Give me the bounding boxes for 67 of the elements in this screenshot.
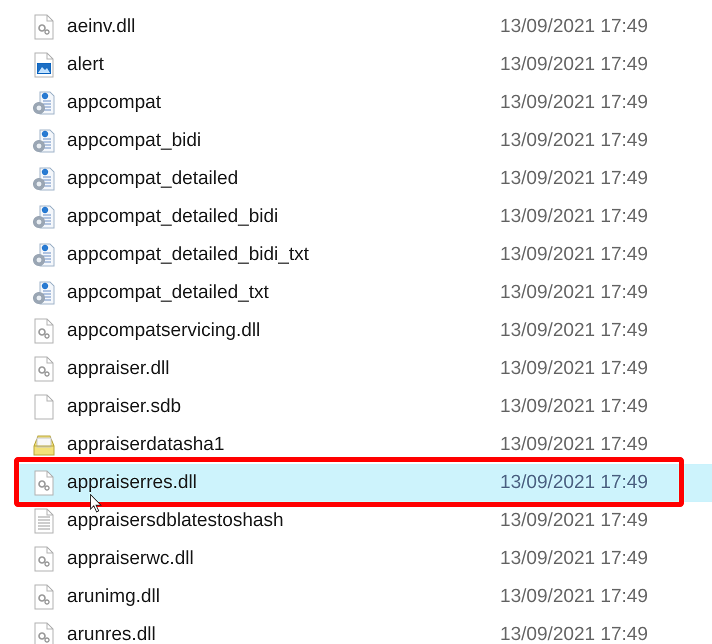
file-name: appcompat_detailed_txt: [67, 282, 269, 303]
date-modified: 13/09/2021 17:49: [500, 546, 648, 571]
gear-document-icon: [32, 546, 56, 572]
file-row[interactable]: aeinv.dll 13/09/2021 17:49: [18, 8, 712, 46]
file-row[interactable]: appcompat_detailed_bidi 13/09/2021 17:49: [18, 198, 712, 236]
date-modified: 13/09/2021 17:49: [500, 242, 648, 267]
date-modified: 13/09/2021 17:49: [500, 280, 648, 305]
file-row[interactable]: appcompat 13/09/2021 17:49: [18, 84, 712, 122]
file-name: appraiser.sdb: [67, 396, 182, 417]
file-name: appraiser.dll: [67, 358, 170, 379]
date-modified: 13/09/2021 17:49: [500, 508, 648, 533]
date-modified: 13/09/2021 17:49: [500, 622, 648, 644]
settings-file-icon: [32, 242, 56, 268]
date-modified: 13/09/2021 17:49: [500, 90, 648, 115]
file-name: appraiserdatasha1: [67, 434, 224, 455]
settings-file-icon: [32, 90, 56, 116]
file-name: appcompat_detailed: [67, 168, 238, 189]
date-modified: 13/09/2021 17:49: [500, 432, 648, 457]
date-modified: 13/09/2021 17:49: [500, 318, 648, 343]
file-name: arunres.dll: [67, 624, 156, 644]
date-modified: 13/09/2021 17:49: [500, 52, 648, 77]
gear-document-icon: [32, 584, 56, 610]
text-document-icon: [32, 508, 56, 534]
file-row[interactable]: alert 13/09/2021 17:49: [18, 46, 712, 84]
blank-document-icon: [32, 394, 56, 420]
file-name: arunimg.dll: [67, 586, 160, 607]
file-row[interactable]: appcompatservicing.dll 13/09/2021 17:49: [18, 312, 712, 350]
gear-document-icon: [32, 470, 56, 496]
file-name: aeinv.dll: [67, 16, 136, 37]
gear-document-icon: [32, 622, 56, 644]
date-modified: 13/09/2021 17:49: [500, 470, 648, 495]
file-row[interactable]: appraiser.dll 13/09/2021 17:49: [18, 350, 712, 388]
file-name: appcompat_detailed_bidi_txt: [67, 244, 309, 265]
file-name: appcompatservicing.dll: [67, 320, 260, 341]
gear-document-icon: [32, 356, 56, 382]
gear-document-icon: [32, 318, 56, 344]
file-row[interactable]: appraiserdatasha1 13/09/2021 17:49: [18, 426, 712, 464]
file-name: appraiserwc.dll: [67, 548, 194, 569]
file-name: appcompat: [67, 92, 162, 113]
file-name: appraisersdblatestoshash: [67, 510, 284, 531]
file-name: appraiserres.dll: [67, 472, 197, 493]
file-row[interactable]: arunres.dll 13/09/2021 17:49: [18, 616, 712, 644]
file-row[interactable]: appcompat_detailed_bidi_txt 13/09/2021 17:49: [18, 236, 712, 274]
file-row[interactable]: appcompat_detailed 13/09/2021 17:49: [18, 160, 712, 198]
date-modified: 13/09/2021 17:49: [500, 394, 648, 419]
date-modified: 13/09/2021 17:49: [500, 166, 648, 191]
date-modified: 13/09/2021 17:49: [500, 14, 648, 39]
date-modified: 13/09/2021 17:49: [500, 356, 648, 381]
settings-file-icon: [32, 280, 56, 306]
date-modified: 13/09/2021 17:49: [500, 204, 648, 229]
file-row[interactable]: arunimg.dll 13/09/2021 17:49: [18, 578, 712, 616]
file-name: appcompat_detailed_bidi: [67, 206, 278, 227]
settings-file-icon: [32, 128, 56, 154]
gear-document-icon: [32, 14, 56, 40]
file-name: appcompat_bidi: [67, 130, 202, 151]
settings-file-icon: [32, 166, 56, 192]
image-file-icon: [32, 52, 56, 78]
file-row[interactable]: appraiserwc.dll 13/09/2021 17:49: [18, 540, 712, 578]
date-modified: 13/09/2021 17:49: [500, 584, 648, 609]
date-modified: 13/09/2021 17:49: [500, 128, 648, 153]
settings-file-icon: [32, 204, 56, 230]
file-name: alert: [67, 54, 104, 75]
file-row[interactable]: appraiserres.dll 13/09/2021 17:49: [18, 464, 712, 502]
file-row[interactable]: appcompat_detailed_txt 13/09/2021 17:49: [18, 274, 712, 312]
file-row[interactable]: appcompat_bidi 13/09/2021 17:49: [18, 122, 712, 160]
mouse-cursor-icon: [90, 494, 102, 513]
file-row[interactable]: appraiser.sdb 13/09/2021 17:49: [18, 388, 712, 426]
